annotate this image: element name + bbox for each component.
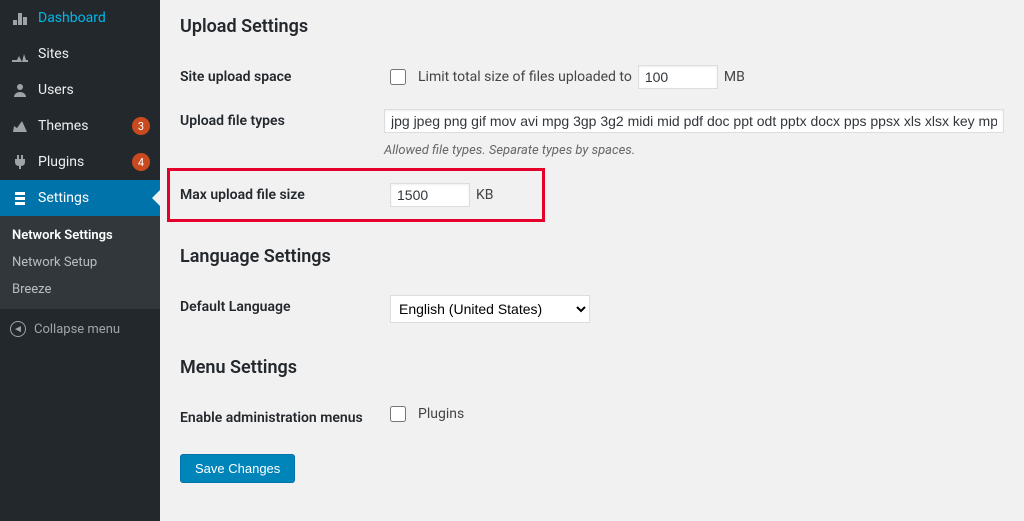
admin-sidebar: Dashboard Sites Users Themes 3 Plugins 4…: [0, 0, 160, 521]
enable-admin-menus-label: Enable administration menus: [180, 406, 390, 426]
upload-file-types-input[interactable]: [384, 109, 1004, 133]
max-upload-file-size-row: Max upload file size KB: [180, 177, 532, 213]
max-upload-highlight: Max upload file size KB: [167, 168, 545, 222]
settings-icon: [10, 188, 30, 208]
users-icon: [10, 80, 30, 100]
enable-plugins-menu-checkbox[interactable]: [390, 406, 406, 422]
menu-settings-heading: Menu Settings: [180, 357, 1004, 378]
submenu-item-breeze[interactable]: Breeze: [0, 276, 160, 303]
limit-upload-unit: MB: [724, 69, 745, 85]
upload-file-types-description: Allowed file types. Separate types by sp…: [384, 143, 1004, 158]
max-upload-file-size-unit: KB: [476, 187, 494, 203]
sidebar-item-themes[interactable]: Themes 3: [0, 108, 160, 144]
submenu-item-network-settings[interactable]: Network Settings: [0, 222, 160, 249]
language-settings-heading: Language Settings: [180, 246, 1004, 267]
main-content: Upload Settings Site upload space Limit …: [160, 0, 1024, 521]
site-upload-space-label: Site upload space: [180, 65, 390, 85]
site-upload-space-row: Site upload space Limit total size of fi…: [180, 55, 1004, 99]
settings-submenu: Network Settings Network Setup Breeze: [0, 216, 160, 309]
default-language-select[interactable]: English (United States): [390, 295, 590, 323]
plugins-icon: [10, 152, 30, 172]
sidebar-item-sites[interactable]: Sites: [0, 36, 160, 72]
themes-icon: [10, 116, 30, 136]
enable-plugins-menu-label: Plugins: [418, 406, 464, 422]
dashboard-icon: [10, 8, 30, 28]
upload-file-types-row: Upload file types Allowed file types. Se…: [180, 99, 1004, 168]
sidebar-item-label: Settings: [38, 190, 150, 206]
limit-upload-checkbox[interactable]: [390, 69, 406, 85]
collapse-menu[interactable]: ◄ Collapse menu: [0, 313, 160, 345]
limit-upload-checkbox-label: Limit total size of files uploaded to: [418, 69, 632, 85]
limit-upload-value-input[interactable]: [638, 65, 718, 89]
default-language-row: Default Language English (United States): [180, 285, 1004, 333]
sidebar-item-dashboard[interactable]: Dashboard: [0, 0, 160, 36]
sidebar-item-label: Dashboard: [38, 10, 150, 26]
sidebar-item-plugins[interactable]: Plugins 4: [0, 144, 160, 180]
save-changes-button[interactable]: Save Changes: [180, 454, 295, 483]
upload-file-types-label: Upload file types: [180, 109, 384, 129]
sidebar-item-label: Sites: [38, 46, 150, 62]
sites-icon: [10, 44, 30, 64]
sidebar-item-users[interactable]: Users: [0, 72, 160, 108]
upload-settings-heading: Upload Settings: [180, 16, 1004, 37]
sidebar-item-label: Users: [38, 82, 150, 98]
update-badge: 4: [132, 153, 150, 171]
collapse-label: Collapse menu: [34, 322, 120, 337]
update-badge: 3: [132, 117, 150, 135]
sidebar-item-label: Plugins: [38, 154, 128, 170]
default-language-label: Default Language: [180, 295, 390, 315]
collapse-icon: ◄: [10, 321, 26, 337]
max-upload-file-size-input[interactable]: [390, 183, 470, 207]
sidebar-item-settings[interactable]: Settings: [0, 180, 160, 216]
submenu-item-network-setup[interactable]: Network Setup: [0, 249, 160, 276]
enable-admin-menus-row: Enable administration menus Plugins: [180, 396, 1004, 436]
sidebar-item-label: Themes: [38, 118, 128, 134]
max-upload-file-size-label: Max upload file size: [180, 183, 390, 203]
